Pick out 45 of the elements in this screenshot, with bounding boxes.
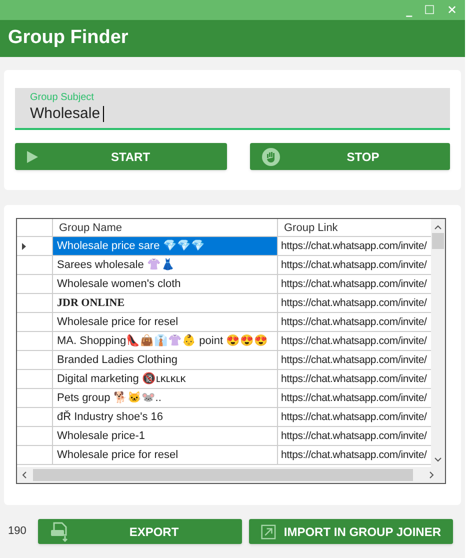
import-button[interactable]: IMPORT IN GROUP JOINER: [249, 519, 453, 544]
table-cell[interactable]: MA. Shopping👠👜👔👚👶 point 😍😍😍: [53, 332, 278, 350]
scroll-down-icon[interactable]: [434, 457, 442, 463]
table-cell[interactable]: Wholesale price-1: [53, 427, 278, 445]
table-cell[interactable]: Pets group 🐕🐱🐭..: [53, 389, 278, 407]
table-cell[interactable]: https://chat.whatsapp.com/invite/: [278, 351, 430, 369]
scroll-right-icon[interactable]: [429, 471, 435, 479]
table-cell[interactable]: JDR ONLINE: [53, 294, 278, 312]
group-count: 190: [8, 524, 28, 540]
table-cell[interactable]: Wholesale women's cloth: [53, 275, 278, 293]
table-cell[interactable]: đŘ Industry shoe's 16: [53, 408, 278, 426]
export-button[interactable]: EXPORT: [38, 519, 242, 544]
table-cell[interactable]: https://chat.whatsapp.com/invite/: [278, 408, 430, 426]
hand-icon: [262, 148, 280, 166]
table-cell[interactable]: https://chat.whatsapp.com/invite/: [278, 446, 430, 464]
table-cell[interactable]: Digital marketing 🔞ʟᴋʟᴋʟᴋ: [53, 370, 278, 388]
table-cell[interactable]: Wholesale price sare 💎💎💎: [53, 237, 278, 255]
group-subject-field[interactable]: Group Subject Wholesale: [15, 88, 450, 130]
scroll-thumb[interactable]: [432, 233, 444, 249]
table-cell[interactable]: https://chat.whatsapp.com/invite/: [278, 370, 430, 388]
table-cell[interactable]: Sarees wholesale 👚👗: [53, 256, 278, 274]
horizontal-scrollbar[interactable]: [17, 467, 445, 483]
spreadsheet-export-icon: [50, 522, 70, 542]
table-cell[interactable]: Wholesale price for resel: [53, 446, 278, 464]
table-cell[interactable]: https://chat.whatsapp.com/invite/: [278, 237, 430, 255]
window-title: Group Finder: [8, 26, 128, 50]
table-cell[interactable]: https://chat.whatsapp.com/invite/: [278, 332, 430, 350]
start-button[interactable]: START: [15, 143, 227, 170]
vertical-scrollbar[interactable]: [431, 219, 445, 467]
table-cell[interactable]: https://chat.whatsapp.com/invite/: [278, 275, 430, 293]
play-icon: [27, 150, 38, 162]
scroll-up-icon[interactable]: [434, 224, 442, 230]
column-header[interactable]: Group Link: [278, 219, 428, 236]
table-cell[interactable]: https://chat.whatsapp.com/invite/: [278, 389, 430, 407]
scroll-thumb[interactable]: [33, 469, 413, 481]
table-cell[interactable]: https://chat.whatsapp.com/invite/: [278, 294, 430, 312]
current-row-icon: [22, 242, 26, 250]
table-cell[interactable]: Branded Ladies Clothing: [53, 351, 278, 369]
table-cell[interactable]: https://chat.whatsapp.com/invite/: [278, 313, 430, 331]
stop-button[interactable]: STOP: [250, 143, 450, 170]
table-cell[interactable]: https://chat.whatsapp.com/invite/: [278, 256, 430, 274]
table-cell[interactable]: https://chat.whatsapp.com/invite/: [278, 427, 430, 445]
scroll-left-icon[interactable]: [21, 471, 27, 479]
column-header[interactable]: Group Name: [53, 219, 278, 236]
table-cell[interactable]: Wholesale price for resel: [53, 313, 278, 331]
